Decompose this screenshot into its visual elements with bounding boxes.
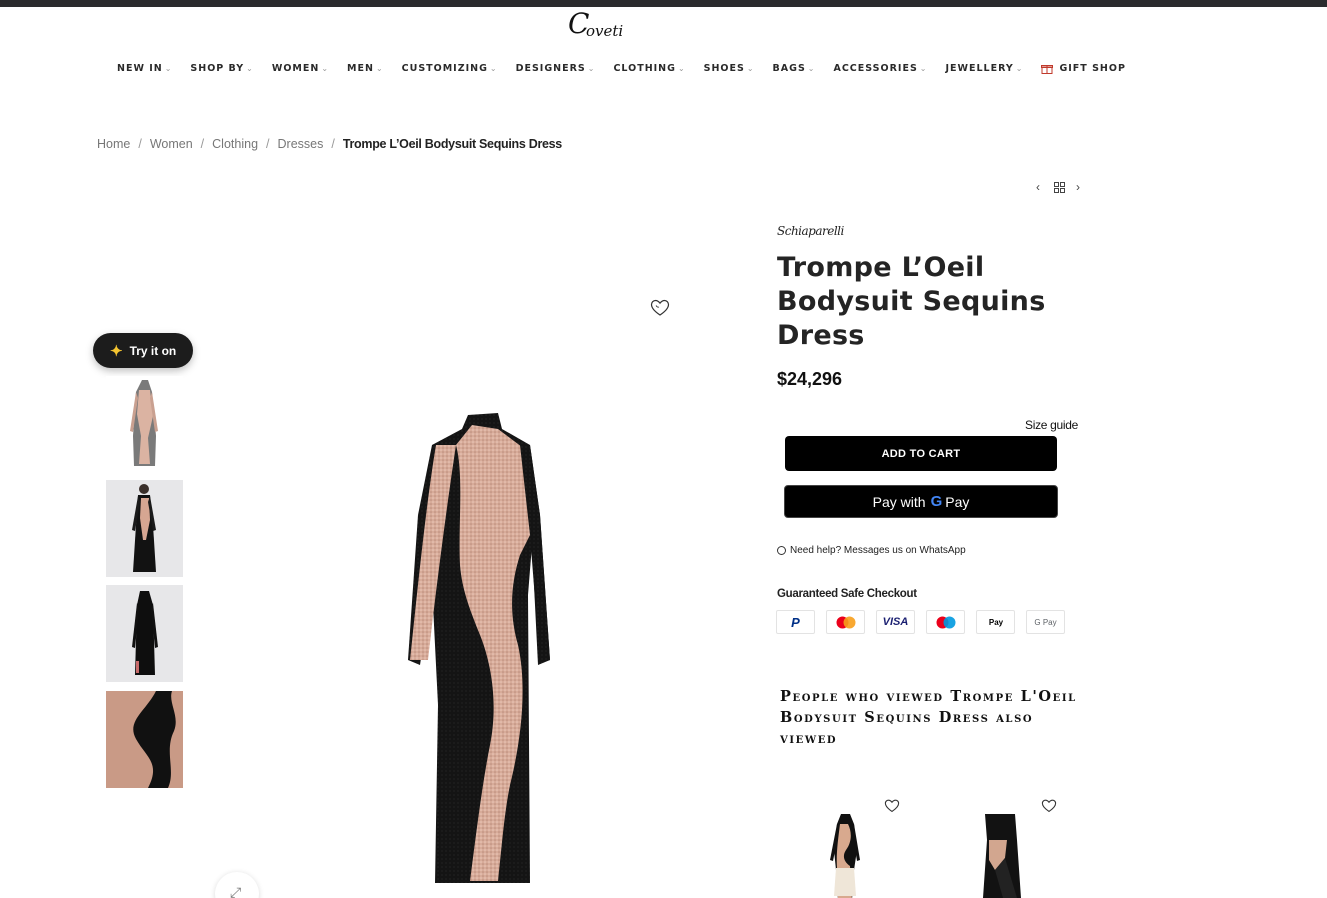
breadcrumb-women[interactable]: Women: [150, 137, 193, 151]
wishlist-heart-icon[interactable]: [884, 799, 900, 813]
sequin-detail-image: [106, 691, 183, 788]
product-price: $24,296: [777, 369, 843, 389]
wishlist-heart-icon[interactable]: [650, 299, 670, 317]
nav-designers[interactable]: DESIGNERS ⌄: [516, 63, 596, 74]
add-to-cart-button[interactable]: ADD TO CART: [785, 436, 1057, 471]
nav-jewellery[interactable]: JEWELLERY ⌄: [946, 63, 1024, 74]
breadcrumb-clothing[interactable]: Clothing: [212, 137, 258, 151]
paypal-icon: P: [776, 610, 815, 634]
size-guide-link[interactable]: Size guide: [1025, 418, 1078, 432]
maestro-icon: [926, 610, 965, 634]
thumbnail-2[interactable]: [106, 480, 183, 577]
chevron-down-icon: ⌄: [321, 63, 330, 73]
whatsapp-help-link[interactable]: Need help? Messages us on WhatsApp: [777, 545, 966, 556]
breadcrumb: Home / Women / Clothing / Dresses / Trom…: [97, 137, 562, 151]
mastercard-icon: [826, 610, 865, 634]
nav-customizing[interactable]: CUSTOMIZING ⌄: [402, 63, 498, 74]
sparkle-icon: ✦: [110, 342, 123, 360]
thumbnail-3[interactable]: [106, 585, 183, 682]
nav-gift-shop[interactable]: GIFT SHOP: [1041, 63, 1125, 74]
expand-icon: ⤢: [230, 884, 242, 898]
top-bar: [0, 0, 1327, 7]
nav-accessories[interactable]: ACCESSORIES ⌄: [833, 63, 927, 74]
dress-front-image: [130, 380, 158, 466]
chevron-down-icon: ⌄: [587, 63, 596, 73]
chevron-down-icon: ⌄: [375, 63, 384, 73]
related-product-1[interactable]: [812, 810, 882, 898]
main-product-image: [408, 413, 550, 883]
model-front-image: [132, 484, 156, 572]
google-pay-icon: G Pay: [1026, 610, 1065, 634]
chevron-down-icon: ⌄: [1015, 63, 1024, 73]
brand-logo[interactable]: Schiaparelli: [777, 224, 844, 238]
chevron-down-icon: ⌄: [919, 63, 928, 73]
related-product-image: [830, 814, 860, 898]
thumbnail-4[interactable]: [106, 691, 183, 788]
safe-checkout-heading: Guaranteed Safe Checkout: [777, 588, 917, 600]
chevron-down-icon: ⌄: [246, 63, 254, 73]
nav-men[interactable]: MEN ⌄: [347, 63, 384, 74]
try-it-on-button[interactable]: ✦ Try it on: [93, 333, 193, 368]
whatsapp-icon: [777, 546, 786, 555]
related-product-2[interactable]: [965, 810, 1035, 898]
payment-methods: P VISA Pay G Pay: [776, 610, 1076, 634]
wishlist-heart-icon[interactable]: [1041, 799, 1057, 813]
visa-icon: VISA: [876, 610, 915, 634]
apple-pay-icon: Pay: [976, 610, 1015, 634]
google-pay-button[interactable]: Pay with G Pay: [784, 485, 1058, 518]
grid-icon[interactable]: [1054, 180, 1065, 196]
dress-back-image: [132, 591, 158, 675]
related-product-image: [983, 814, 1021, 898]
breadcrumb-dresses[interactable]: Dresses: [278, 137, 324, 151]
site-logo[interactable]: Coveti: [566, 10, 626, 46]
zoom-button[interactable]: ⤢: [215, 872, 259, 898]
nav-women[interactable]: WOMEN ⌄: [272, 63, 329, 74]
chevron-down-icon: ⌄: [746, 63, 755, 73]
product-navigation: ‹ ›: [1033, 180, 1089, 196]
chevron-down-icon: ⌄: [489, 63, 498, 73]
chevron-down-icon: ⌄: [164, 63, 173, 73]
product-title: Trompe L’Oeil Bodysuit Sequins Dress: [777, 252, 1046, 351]
chevron-right-icon[interactable]: ›: [1076, 180, 1080, 194]
nav-bags[interactable]: BAGS ⌄: [773, 63, 816, 74]
nav-clothing[interactable]: CLOTHING ⌄: [613, 63, 685, 74]
thumbnail-1[interactable]: [106, 376, 183, 473]
nav-new-in[interactable]: NEW IN ⌄: [117, 63, 172, 74]
chevron-left-icon[interactable]: ‹: [1036, 180, 1040, 194]
breadcrumb-current: Trompe L’Oeil Bodysuit Sequins Dress: [342, 137, 562, 151]
google-g-icon: G: [930, 493, 943, 510]
chevron-down-icon: ⌄: [677, 63, 686, 73]
nav-shop-by[interactable]: SHOP BY ⌄: [190, 63, 253, 74]
breadcrumb-home[interactable]: Home: [97, 137, 130, 151]
main-nav: NEW IN ⌄ SHOP BY ⌄ WOMEN ⌄ MEN ⌄ CUSTOMIZING…: [117, 60, 1144, 76]
chevron-down-icon: ⌄: [807, 63, 816, 73]
related-products-heading: People who viewed Trompe L'Oeil Bodysuit…: [780, 688, 1077, 747]
nav-shoes[interactable]: SHOES ⌄: [704, 63, 755, 74]
gift-icon: [1041, 63, 1054, 74]
